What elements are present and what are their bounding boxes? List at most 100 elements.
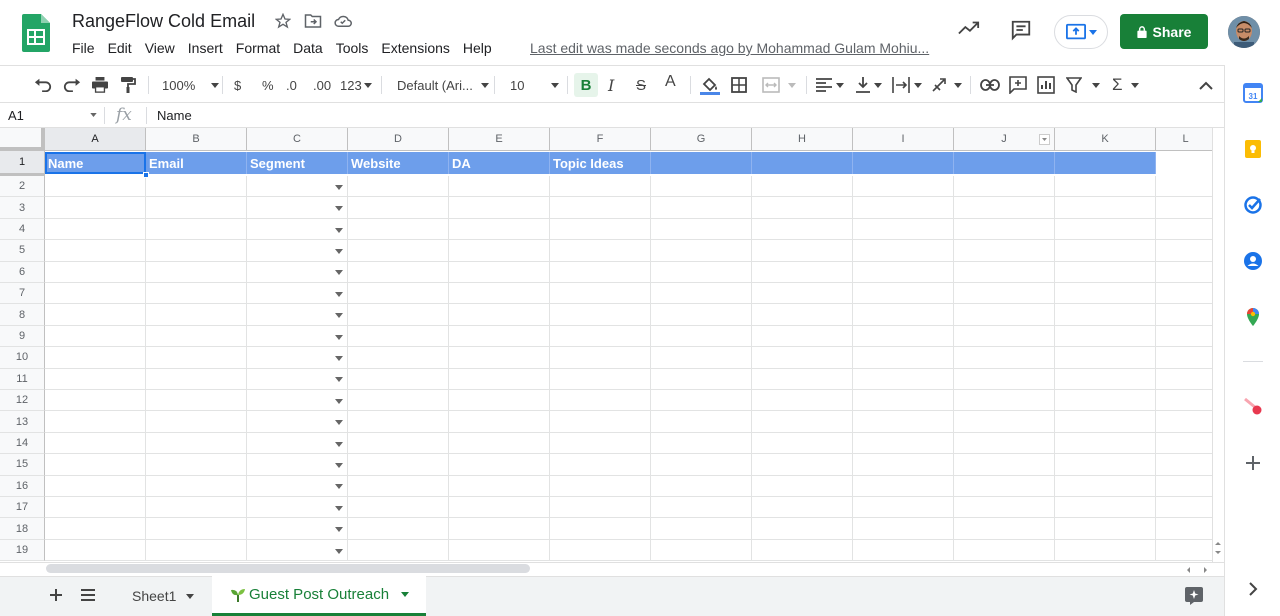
grid-cell[interactable] — [954, 454, 1055, 476]
grid-cell[interactable] — [1156, 454, 1212, 476]
header-cell[interactable] — [954, 152, 1055, 174]
grid-cell[interactable] — [1055, 432, 1156, 455]
segment-dropdown-icon[interactable] — [335, 355, 343, 361]
grid-cell[interactable] — [146, 497, 247, 519]
grid-cell[interactable] — [45, 197, 146, 219]
grid-cell[interactable] — [348, 240, 449, 262]
grid-cell[interactable] — [550, 240, 651, 262]
grid-cell[interactable] — [651, 261, 752, 283]
share-button[interactable]: Share — [1120, 14, 1208, 49]
grid-cell[interactable] — [45, 411, 146, 433]
grid-cell[interactable] — [1055, 454, 1156, 476]
grid-cell[interactable] — [1156, 219, 1212, 241]
grid-cell[interactable] — [146, 176, 247, 198]
grid-cell[interactable] — [651, 218, 752, 241]
grid-cell[interactable] — [550, 283, 651, 305]
fill-color-icon[interactable] — [700, 66, 720, 104]
grid-cell[interactable] — [1156, 262, 1212, 283]
spreadsheet-grid[interactable]: A B C D E F G H I J K L 1 Name Email Segment Website DA To… — [0, 128, 1212, 562]
grid-cell[interactable] — [146, 325, 247, 348]
segment-dropdown-icon[interactable] — [335, 505, 343, 511]
header-cell[interactable] — [752, 152, 853, 174]
grid-cell[interactable] — [550, 454, 651, 476]
column-header[interactable]: A — [45, 128, 146, 151]
grid-cell[interactable] — [45, 475, 146, 497]
grid-cell[interactable] — [348, 218, 449, 241]
grid-cell[interactable] — [1055, 304, 1156, 326]
grid-cell[interactable] — [1156, 476, 1212, 497]
insert-chart-icon[interactable] — [1037, 66, 1055, 104]
horizontal-scroll-arrows[interactable] — [1182, 563, 1212, 575]
header-cell[interactable] — [1055, 152, 1156, 174]
header-cell[interactable]: Website — [348, 152, 449, 174]
segment-dropdown-icon[interactable] — [335, 420, 343, 426]
grid-cell[interactable] — [954, 283, 1055, 305]
row-header[interactable]: 17 — [0, 497, 45, 519]
grid-cell[interactable] — [348, 518, 449, 540]
grid-cell[interactable] — [1055, 518, 1156, 540]
comment-history-icon[interactable] — [1010, 19, 1032, 46]
grid-cell[interactable] — [752, 497, 853, 519]
print-icon[interactable] — [91, 66, 109, 104]
column-header[interactable]: H — [752, 128, 853, 151]
grid-cell[interactable] — [651, 240, 752, 262]
grid-cell[interactable] — [1055, 261, 1156, 283]
grid-cell[interactable] — [348, 261, 449, 283]
grid-cell[interactable] — [45, 454, 146, 476]
grid-cell[interactable] — [550, 218, 651, 241]
grid-cell[interactable] — [247, 432, 348, 455]
row-header[interactable]: 19 — [0, 539, 45, 562]
grid-cell[interactable] — [348, 347, 449, 369]
grid-cell[interactable] — [1156, 540, 1212, 562]
explore-icon[interactable] — [1184, 586, 1204, 609]
grid-cell[interactable] — [146, 218, 247, 241]
grid-cell[interactable] — [146, 240, 247, 262]
menu-view[interactable]: View — [145, 40, 175, 56]
grid-cell[interactable] — [449, 347, 550, 369]
row-header[interactable]: 12 — [0, 390, 45, 412]
column-header[interactable]: J — [954, 128, 1055, 151]
present-button[interactable] — [1054, 15, 1108, 49]
grid-cell[interactable] — [651, 390, 752, 412]
grid-cell[interactable] — [954, 347, 1055, 369]
grid-cell[interactable] — [449, 304, 550, 326]
grid-cell[interactable] — [752, 240, 853, 262]
grid-cell[interactable] — [954, 261, 1055, 283]
column-header[interactable]: F — [550, 128, 651, 151]
grid-cell[interactable] — [348, 325, 449, 348]
grid-cell[interactable] — [247, 283, 348, 305]
grid-cell[interactable] — [651, 197, 752, 219]
grid-cell[interactable] — [1156, 390, 1212, 412]
column-header[interactable]: G — [651, 128, 752, 151]
grid-cell[interactable] — [247, 497, 348, 519]
grid-cell[interactable] — [1156, 240, 1212, 262]
get-addons-icon[interactable] — [1243, 453, 1263, 473]
grid-cell[interactable] — [449, 432, 550, 455]
grid-cell[interactable] — [449, 197, 550, 219]
grid-cell[interactable] — [449, 497, 550, 519]
row-header[interactable]: 7 — [0, 283, 45, 305]
grid-cell[interactable] — [954, 304, 1055, 326]
segment-dropdown-icon[interactable] — [335, 184, 343, 190]
grid-cell[interactable] — [45, 518, 146, 540]
grid-cell[interactable] — [853, 432, 954, 455]
grid-cell[interactable] — [954, 411, 1055, 433]
text-color-button[interactable]: A — [665, 63, 676, 101]
header-cell[interactable] — [651, 152, 752, 174]
grid-cell[interactable] — [146, 283, 247, 305]
activity-trend-icon[interactable] — [958, 20, 980, 41]
grid-cell[interactable] — [247, 411, 348, 433]
grid-cell[interactable] — [45, 497, 146, 519]
row-header[interactable]: 11 — [0, 368, 45, 390]
move-folder-icon[interactable] — [304, 12, 322, 30]
grid-cell[interactable] — [954, 218, 1055, 241]
grid-cell[interactable] — [1055, 197, 1156, 219]
grid-cell[interactable] — [651, 432, 752, 455]
borders-icon[interactable] — [731, 66, 747, 104]
row-header[interactable]: 10 — [0, 347, 45, 369]
grid-cell[interactable] — [146, 197, 247, 219]
grid-cell[interactable] — [146, 411, 247, 433]
grid-cell[interactable] — [247, 218, 348, 241]
last-edit-link[interactable]: Last edit was made seconds ago by Mohamm… — [530, 40, 930, 56]
grid-cell[interactable] — [853, 325, 954, 348]
